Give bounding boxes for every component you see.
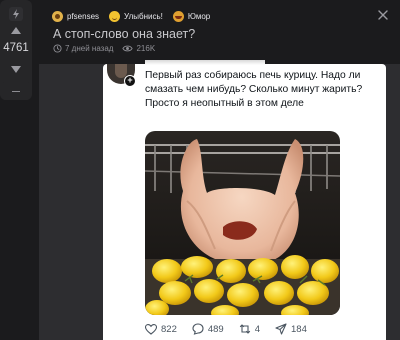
tweet-text: Первый раз собираюсь печь курицу. Надо л…: [145, 70, 363, 109]
retweet-icon: [239, 324, 250, 334]
reply-count: 489: [207, 323, 224, 335]
comment-icon: [192, 323, 204, 335]
retweet-count: 4: [254, 323, 261, 335]
tweet-actions: 822 489 4 184: [145, 322, 365, 336]
lightning-icon[interactable]: [9, 7, 23, 21]
retweet-button[interactable]: 4: [239, 323, 260, 335]
send-icon: [275, 323, 287, 335]
laugh-emoji-icon: [172, 10, 184, 22]
upvote-arrow-icon[interactable]: [11, 27, 21, 34]
time-label: 7 дней назад: [65, 44, 114, 53]
author-name-cropped: [145, 60, 265, 65]
tag-label: pfsenses: [67, 11, 100, 21]
share-button[interactable]: 184: [275, 323, 307, 335]
post-meta: 7 дней назад 216K: [53, 44, 164, 53]
heart-icon: [145, 323, 157, 335]
post-header: pfsenses Улыбнись! Юмор А стоп-слово она…: [46, 0, 400, 64]
like-count: 822: [161, 323, 177, 335]
user-avatar-icon: [52, 10, 63, 22]
views-label: 216K: [136, 44, 156, 53]
minus-icon: [12, 91, 20, 92]
smile-emoji-icon: [109, 10, 121, 22]
post-views: 216K: [122, 44, 155, 53]
eye-icon: [122, 45, 134, 52]
downvote-arrow-icon[interactable]: [11, 66, 21, 73]
share-count: 184: [291, 323, 307, 335]
chicken-photo[interactable]: [145, 131, 340, 315]
tweet-card: + Первый раз собираюсь печь курицу. Надо…: [103, 60, 386, 340]
content-panel: + Первый раз собираюсь печь курицу. Надо…: [39, 60, 400, 340]
tag-author[interactable]: pfsenses: [52, 10, 100, 22]
vote-rail: 4761: [0, 0, 32, 340]
close-icon[interactable]: [374, 8, 392, 22]
app-window: 4761 pfsenses Улыбнись! Юмор А стоп-слов…: [0, 0, 400, 340]
post-title[interactable]: А стоп-слово она знает?: [53, 27, 195, 41]
tag-humor[interactable]: Юмор: [172, 10, 211, 22]
tag-list: pfsenses Улыбнись! Юмор: [52, 9, 220, 23]
tag-community[interactable]: Улыбнись!: [109, 10, 163, 22]
collapse-button[interactable]: [0, 82, 32, 100]
clock-icon: [53, 44, 62, 53]
follow-plus-icon[interactable]: +: [124, 75, 136, 87]
post-time: 7 дней назад: [53, 44, 113, 53]
vote-count: 4761: [3, 42, 29, 54]
tag-label: Улыбнись!: [124, 11, 163, 21]
reply-button[interactable]: 489: [192, 323, 224, 335]
tag-label: Юмор: [187, 11, 211, 21]
like-button[interactable]: 822: [145, 324, 177, 335]
